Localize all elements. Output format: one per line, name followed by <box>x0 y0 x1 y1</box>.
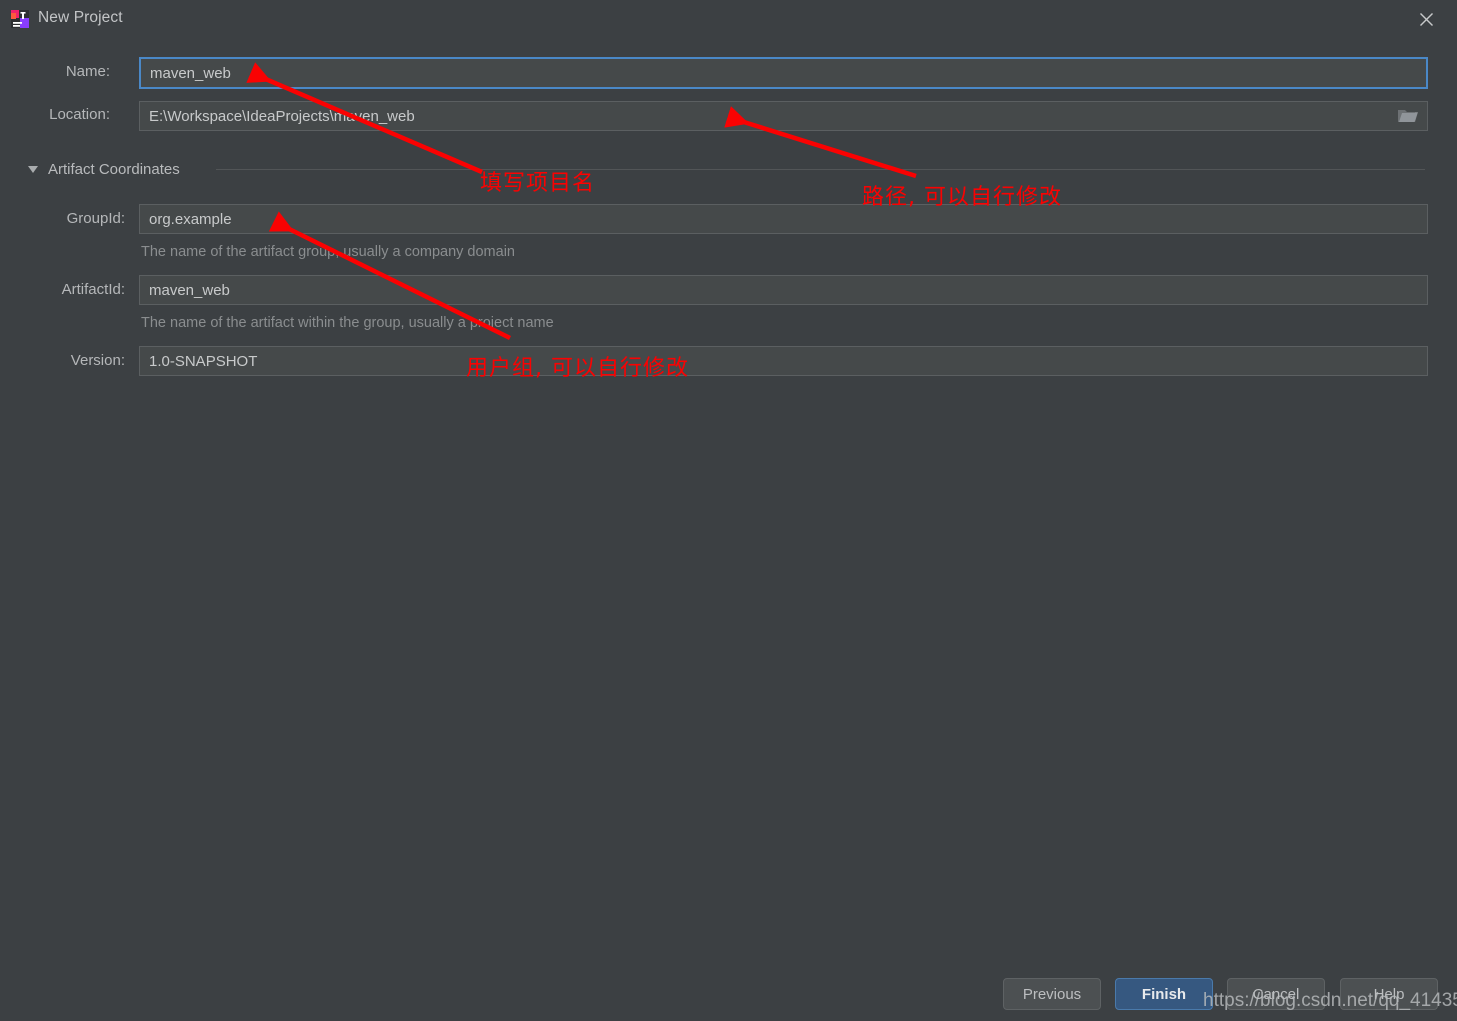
version-label: Version: <box>70 352 125 369</box>
location-input[interactable] <box>139 101 1428 131</box>
chevron-down-icon <box>28 165 38 173</box>
artifactid-hint: The name of the artifact within the grou… <box>141 315 554 331</box>
section-divider <box>216 169 1425 170</box>
groupid-hint: The name of the artifact group, usually … <box>141 244 515 260</box>
dialog-title-bar: New Project <box>0 0 1457 38</box>
dialog-title: New Project <box>38 9 123 26</box>
watermark-text: https://blog.csdn.net/qq_41435602 <box>1203 990 1457 1011</box>
name-label: Name: <box>65 63 110 80</box>
location-label: Location: <box>49 106 110 123</box>
groupid-input[interactable] <box>139 204 1428 234</box>
artifactid-input[interactable] <box>139 275 1428 305</box>
intellij-idea-icon <box>10 9 30 29</box>
groupid-label: GroupId: <box>66 210 125 227</box>
folder-icon[interactable] <box>1396 105 1420 127</box>
artifactid-label: ArtifactId: <box>61 281 125 298</box>
previous-button[interactable]: Previous <box>1003 978 1101 1010</box>
artifact-coordinates-title: Artifact Coordinates <box>48 160 180 178</box>
close-icon[interactable] <box>1403 4 1449 34</box>
finish-button[interactable]: Finish <box>1115 978 1213 1010</box>
name-input[interactable] <box>139 57 1428 89</box>
artifact-coordinates-toggle[interactable]: Artifact Coordinates <box>28 158 180 180</box>
annotation-overlay: 填写项目名 路径, 可以自行修改 用户组, 可以自行修改 <box>0 0 1457 1021</box>
version-input[interactable] <box>139 346 1428 376</box>
